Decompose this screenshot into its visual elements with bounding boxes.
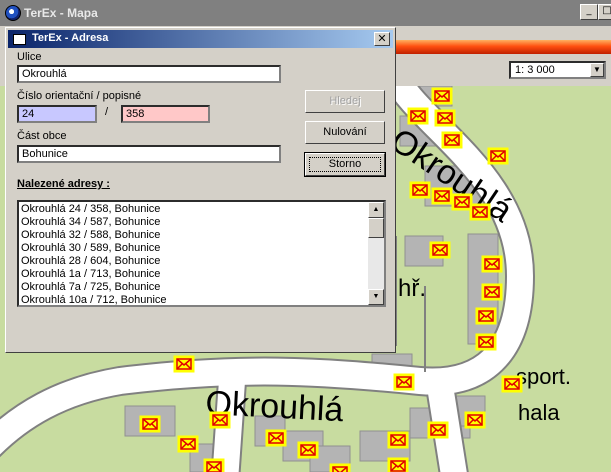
list-item[interactable]: Okrouhlá 32 / 588, Bohunice [19, 229, 368, 242]
scale-value: 1: 3 000 [515, 64, 555, 76]
envelope-icon[interactable] [409, 181, 431, 199]
cancel-button[interactable]: Storno [304, 152, 386, 177]
scale-select[interactable]: 1: 3 000 ▼ [509, 61, 606, 79]
globe-icon [5, 5, 21, 21]
dialog-title-bar: TerEx - Adresa ✕ [8, 30, 393, 48]
scroll-down-icon[interactable]: ▼ [368, 289, 384, 305]
descriptive-number-input[interactable] [121, 105, 210, 123]
list-item[interactable]: Okrouhlá 24 / 358, Bohunice [19, 203, 368, 216]
envelope-icon[interactable] [407, 107, 429, 125]
dialog-title: TerEx - Adresa [32, 32, 109, 44]
envelope-icon[interactable] [451, 193, 473, 211]
scroll-up-icon[interactable]: ▲ [368, 202, 384, 218]
envelope-icon[interactable] [464, 411, 486, 429]
orientation-number-input[interactable] [17, 105, 97, 123]
scroll-thumb[interactable] [368, 218, 384, 238]
window-icon [13, 34, 26, 45]
envelope-icon[interactable] [441, 131, 463, 149]
envelope-icon[interactable] [481, 283, 503, 301]
main-title-bar: TerEx - Mapa _ □ [0, 0, 611, 26]
results-listbox[interactable]: Okrouhlá 24 / 358, Bohunice Okrouhlá 34 … [17, 200, 386, 307]
envelope-icon[interactable] [387, 431, 409, 449]
district-field-label: Část obce [17, 130, 67, 142]
envelope-icon[interactable] [481, 255, 503, 273]
main-window-title: TerEx - Mapa [24, 6, 98, 20]
envelope-icon[interactable] [209, 411, 231, 429]
envelope-icon[interactable] [475, 333, 497, 351]
street-input[interactable] [17, 65, 281, 83]
number-separator: / [105, 106, 109, 118]
envelope-icon[interactable] [427, 421, 449, 439]
envelope-icon[interactable] [469, 203, 491, 221]
address-dialog: TerEx - Adresa ✕ Ulice Číslo orientační … [5, 27, 396, 353]
envelope-icon[interactable] [265, 429, 287, 447]
poi-label-sport: sport. [516, 364, 571, 389]
vertical-scrollbar[interactable]: ▲ ▼ [368, 202, 384, 305]
envelope-icon[interactable] [203, 458, 225, 472]
search-button[interactable]: Hledej [305, 90, 385, 113]
envelope-icon[interactable] [431, 187, 453, 205]
reset-button[interactable]: Nulování [305, 121, 385, 144]
list-item[interactable]: Okrouhlá 30 / 589, Bohunice [19, 242, 368, 255]
envelope-icon[interactable] [501, 375, 523, 393]
list-item[interactable]: Okrouhlá 1a / 713, Bohunice [19, 268, 368, 281]
close-button[interactable]: ✕ [374, 32, 390, 46]
list-item[interactable]: Okrouhlá 34 / 587, Bohunice [19, 216, 368, 229]
envelope-icon[interactable] [431, 87, 453, 105]
district-input[interactable] [17, 145, 281, 163]
envelope-icon[interactable] [297, 441, 319, 459]
envelope-icon[interactable] [429, 241, 451, 259]
envelope-icon[interactable] [434, 109, 456, 127]
envelope-icon[interactable] [173, 355, 195, 373]
poi-label-playground: hř. [398, 275, 426, 302]
envelope-icon[interactable] [177, 435, 199, 453]
envelope-icon[interactable] [139, 415, 161, 433]
found-addresses-label: Nalezené adresy : [17, 178, 110, 190]
maximize-button[interactable]: □ [598, 4, 611, 20]
envelope-icon[interactable] [487, 147, 509, 165]
poi-label-hall: hala [518, 400, 560, 425]
envelope-icon[interactable] [329, 463, 351, 472]
minimize-button[interactable]: _ [580, 4, 598, 20]
list-item[interactable]: Okrouhlá 28 / 604, Bohunice [19, 255, 368, 268]
envelope-icon[interactable] [475, 307, 497, 325]
street-field-label: Ulice [17, 51, 42, 63]
list-item[interactable]: Okrouhlá 10a / 712, Bohunice [19, 294, 368, 305]
envelope-icon[interactable] [387, 457, 409, 472]
results-list: Okrouhlá 24 / 358, Bohunice Okrouhlá 34 … [19, 203, 368, 305]
chevron-down-icon[interactable]: ▼ [590, 63, 604, 77]
focus-rect [309, 157, 381, 172]
envelope-icon[interactable] [393, 373, 415, 391]
orange-banner [396, 40, 611, 54]
list-item[interactable]: Okrouhlá 7a / 725, Bohunice [19, 281, 368, 294]
number-field-label: Číslo orientační / popisné [17, 90, 142, 102]
